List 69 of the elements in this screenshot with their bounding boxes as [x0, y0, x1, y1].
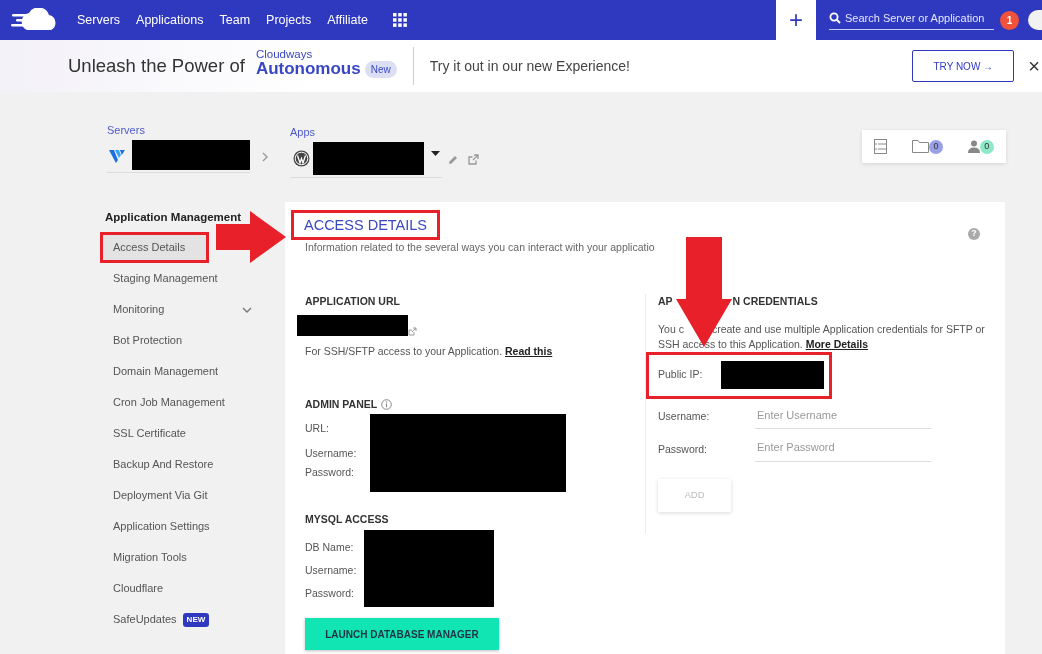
external-link-icon[interactable]	[468, 154, 479, 165]
nav-link[interactable]: Projects	[266, 10, 312, 30]
section-heading: AP N CREDENTIALS	[658, 294, 819, 310]
pencil-icon[interactable]	[448, 155, 458, 165]
nav-link[interactable]: Affiliate	[327, 10, 368, 30]
section-heading: APPLICATION URL	[305, 294, 401, 310]
breadcrumb-label: Apps	[290, 127, 317, 138]
external-link-icon[interactable]	[408, 326, 417, 336]
field-label: Password:	[658, 441, 709, 457]
field-label: Username:	[658, 409, 711, 425]
add-button[interactable]: +	[776, 0, 816, 40]
new-badge: NEW	[182, 612, 210, 627]
sidebar-item[interactable]: SafeUpdates NEW	[100, 604, 270, 635]
sidebar-item[interactable]: SSL Certificate	[100, 418, 270, 449]
count-badge: 0	[929, 139, 943, 154]
try-now-button[interactable]: TRY NOW →	[912, 50, 1015, 82]
sidebar-item[interactable]: Staging Management	[100, 263, 270, 294]
wordpress-icon	[293, 150, 310, 167]
v-logo-icon	[109, 147, 125, 163]
field-label: Password:	[305, 465, 356, 481]
section-title: ACCESS DETAILS	[291, 210, 441, 241]
chevron-right-icon	[262, 152, 269, 162]
app-selector[interactable]	[290, 142, 442, 178]
help-text: For SSH/SFTP access to your Application. Read this	[305, 343, 554, 359]
nav-link[interactable]: Team	[219, 10, 251, 30]
sidebar-item[interactable]: Monitoring	[100, 294, 270, 325]
read-this-link[interactable]: Read this	[505, 344, 553, 357]
sidebar-item[interactable]: Bot Protection	[100, 325, 270, 356]
field-label: Public IP:	[658, 367, 704, 383]
field-label: Password:	[305, 586, 356, 602]
launch-database-manager-button[interactable]: LAUNCH DATABASE MANAGER	[305, 618, 499, 651]
field-label: Username:	[305, 446, 358, 462]
section-heading: MYSQL ACCESS	[305, 512, 390, 528]
promo-message: Try it out in our new Experience!	[429, 56, 630, 76]
section-heading: ADMIN PANEL	[305, 396, 378, 412]
brand-subtitle: Cloudways	[255, 48, 314, 61]
breadcrumb-label: Servers	[107, 125, 146, 136]
server-selector[interactable]	[107, 140, 250, 173]
new-badge: New	[364, 61, 397, 79]
help-text: You c create and use multiple Application credentials for SFTP or SSH access to this Application. More Details	[658, 321, 986, 352]
field-label: Username:	[305, 563, 358, 579]
info-icon[interactable]	[381, 398, 393, 410]
sidebar-item[interactable]: Backup And Restore	[100, 449, 270, 480]
sidebar-item[interactable]: Application Settings	[100, 511, 270, 542]
nav-link[interactable]: Applications	[136, 10, 204, 30]
folder-icon[interactable]	[912, 140, 929, 153]
promo-text: Unleash the Power of	[68, 54, 245, 79]
apps-grid-icon[interactable]	[393, 13, 407, 27]
sidebar-item[interactable]: Cloudflare	[100, 573, 270, 604]
avatar[interactable]	[1028, 10, 1042, 30]
search-icon	[829, 12, 841, 24]
sidebar-item[interactable]: Migration Tools	[100, 542, 270, 573]
section-description: Information related to the several ways you can interact with your applicatio	[305, 240, 656, 256]
sidebar-item[interactable]: Cron Job Management	[100, 387, 270, 418]
brand-title: Autonomous	[255, 60, 361, 80]
close-button[interactable]: ×	[1028, 56, 1040, 76]
list-icon[interactable]	[874, 139, 888, 154]
sidebar-item[interactable]: Domain Management	[100, 356, 270, 387]
search-field[interactable]: Search Server or Application	[829, 9, 994, 31]
count-badge: 0	[979, 139, 994, 154]
nav-link[interactable]: Servers	[77, 10, 121, 30]
more-details-link[interactable]: More Details	[805, 337, 869, 350]
field-label: DB Name:	[305, 540, 355, 556]
notification-badge[interactable]: 1	[1000, 10, 1019, 30]
caret-icon	[431, 150, 440, 157]
person-icon[interactable]	[967, 140, 980, 153]
sidebar-heading: Application Management	[104, 210, 243, 225]
sidebar-item[interactable]: Deployment Via Git	[100, 480, 270, 511]
field-label: URL:	[305, 421, 330, 437]
